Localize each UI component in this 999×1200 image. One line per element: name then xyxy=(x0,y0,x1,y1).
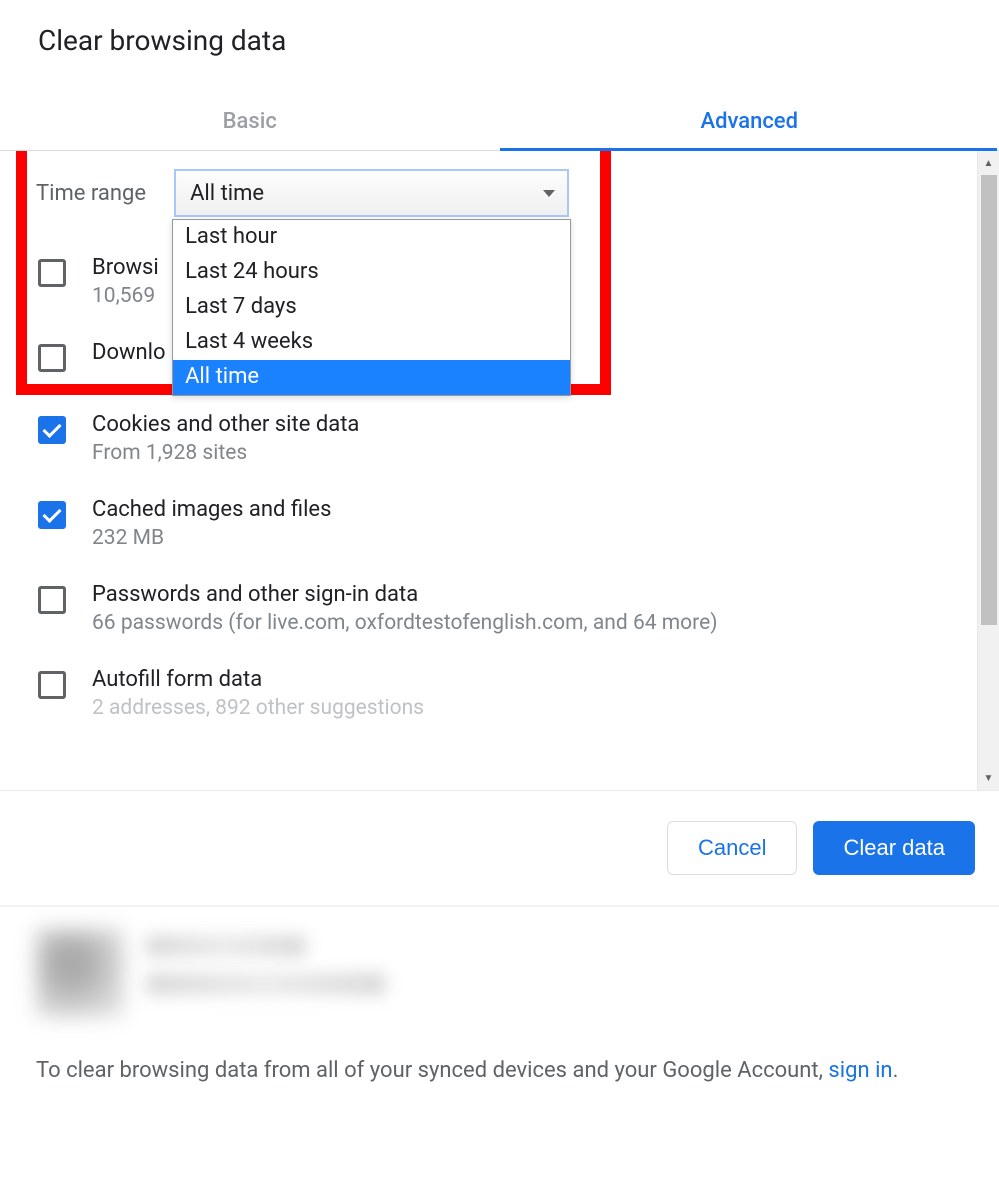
time-range-dropdown: Last hour Last 24 hours Last 7 days Last… xyxy=(172,219,571,396)
scroll-thumb[interactable] xyxy=(981,175,997,625)
item-desc: 2 addresses, 892 other suggestions xyxy=(92,696,963,720)
time-range-select-display[interactable]: All time xyxy=(174,169,569,217)
clear-data-button[interactable]: Clear data xyxy=(813,821,975,875)
checkbox-download-history[interactable] xyxy=(38,344,66,372)
tabs-bar: Basic Advanced xyxy=(0,95,999,151)
dialog-title: Clear browsing data xyxy=(0,0,999,59)
account-info-blurred xyxy=(36,929,963,1017)
dropdown-option-all-time[interactable]: All time xyxy=(173,360,570,395)
cancel-button[interactable]: Cancel xyxy=(667,821,797,875)
list-item-autofill: Autofill form data 2 addresses, 892 othe… xyxy=(36,653,963,738)
sync-period: . xyxy=(893,1058,899,1083)
list-item-cookies: Cookies and other site data From 1,928 s… xyxy=(36,398,963,483)
content: Time range All time Last hour Last 24 ho… xyxy=(0,151,999,790)
time-range-row: Time range All time Last hour Last 24 ho… xyxy=(0,163,999,231)
item-title: Autofill form data xyxy=(92,667,963,692)
scroll-down-icon[interactable]: ▼ xyxy=(978,766,999,790)
scroll-up-icon[interactable]: ▲ xyxy=(978,151,999,175)
dropdown-option-last-4-weeks[interactable]: Last 4 weeks xyxy=(173,325,570,360)
sync-text-prefix: To clear browsing data from all of your … xyxy=(36,1058,828,1083)
dropdown-option-last-7-days[interactable]: Last 7 days xyxy=(173,290,570,325)
item-title: Cached images and files xyxy=(92,497,963,522)
item-desc: 232 MB xyxy=(92,526,963,550)
account-email-blurred xyxy=(146,973,386,995)
checkbox-autofill[interactable] xyxy=(38,671,66,699)
dropdown-option-last-hour[interactable]: Last hour xyxy=(173,220,570,255)
dialog-footer: Cancel Clear data xyxy=(0,790,999,905)
list-text: Cookies and other site data From 1,928 s… xyxy=(92,412,963,465)
time-range-selected-value: All time xyxy=(190,181,264,206)
dropdown-option-last-24-hours[interactable]: Last 24 hours xyxy=(173,255,570,290)
checkbox-cache[interactable] xyxy=(38,501,66,529)
account-name-blurred xyxy=(146,935,306,957)
sign-in-link[interactable]: sign in xyxy=(828,1058,892,1083)
clear-browsing-data-dialog: Clear browsing data Basic Advanced Time … xyxy=(0,0,999,1106)
checkbox-cookies[interactable] xyxy=(38,416,66,444)
checkbox-passwords[interactable] xyxy=(38,586,66,614)
tab-advanced[interactable]: Advanced xyxy=(500,95,999,150)
sync-message: To clear browsing data from all of your … xyxy=(36,1053,963,1088)
content-scroll-area: Time range All time Last hour Last 24 ho… xyxy=(0,151,999,790)
list-text: Cached images and files 232 MB xyxy=(92,497,963,550)
tab-basic[interactable]: Basic xyxy=(0,95,500,150)
caret-down-icon xyxy=(543,190,555,197)
scrollbar[interactable]: ▲ ▼ xyxy=(977,151,999,790)
list-item-cache: Cached images and files 232 MB xyxy=(36,483,963,568)
item-desc: 66 passwords (for live.com, oxfordtestof… xyxy=(92,611,963,635)
list-item-passwords: Passwords and other sign-in data 66 pass… xyxy=(36,568,963,653)
avatar xyxy=(36,929,124,1017)
item-desc: From 1,928 sites xyxy=(92,441,963,465)
account-section: To clear browsing data from all of your … xyxy=(0,907,999,1106)
list-text: Autofill form data 2 addresses, 892 othe… xyxy=(92,667,963,720)
checkbox-browsing-history[interactable] xyxy=(38,259,66,287)
time-range-select[interactable]: All time Last hour Last 24 hours Last 7 … xyxy=(174,169,569,217)
account-text xyxy=(146,935,963,1011)
time-range-label: Time range xyxy=(36,181,146,206)
item-title: Passwords and other sign-in data xyxy=(92,582,963,607)
item-title: Cookies and other site data xyxy=(92,412,963,437)
list-text: Passwords and other sign-in data 66 pass… xyxy=(92,582,963,635)
